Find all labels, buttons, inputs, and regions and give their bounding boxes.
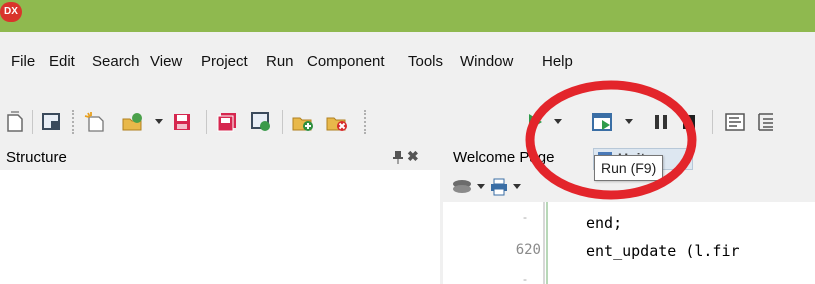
run-icon[interactable] [586,100,620,144]
menu-component[interactable]: Component [307,53,385,70]
line-number: 620 [515,242,541,258]
title-bar: DX [0,0,815,32]
structure-panel [0,170,440,284]
new-icon[interactable] [80,100,110,144]
main-toolbar [0,100,815,144]
save-icon[interactable] [168,100,196,144]
print-icon[interactable] [489,177,509,200]
menu-run[interactable]: Run [266,53,294,70]
pause-icon[interactable] [648,100,674,144]
gutter-divider [543,202,545,284]
menu-window[interactable]: Window [460,53,513,70]
run-without-debugging-icon[interactable] [520,100,550,144]
menu-bar: File Edit Search View Project Run Compon… [0,44,815,80]
tab-welcome-page[interactable]: Welcome Page [453,149,554,166]
view-form-icon[interactable] [38,100,66,144]
pin-icon[interactable] [391,150,405,167]
change-bar [546,202,548,284]
structure-title: Structure [6,149,67,166]
line-number: - [523,272,527,284]
open-icon[interactable] [118,100,148,144]
menu-search[interactable]: Search [92,53,140,70]
menu-tools[interactable]: Tools [408,53,443,70]
components-icon[interactable] [451,178,473,199]
step-over-icon[interactable] [752,100,782,144]
app-logo-icon[interactable]: DX [0,2,22,22]
menu-help[interactable]: Help [542,53,573,70]
code-line: ent_update (l.fir [586,242,740,260]
new-items-icon[interactable] [2,100,28,144]
remove-from-project-icon[interactable] [322,100,352,144]
run-tooltip: Run (F9) [594,155,664,181]
open-project-icon[interactable] [288,100,318,144]
structure-header: Structure ✖ [0,146,432,170]
trace-into-icon[interactable] [720,100,750,144]
line-number: - [523,210,527,224]
code-line: end; [586,214,623,232]
stop-icon[interactable] [676,100,702,144]
menu-file[interactable]: File [11,53,35,70]
menu-edit[interactable]: Edit [49,53,75,70]
code-editor[interactable]: - 620 - end; ent_update (l.fir [443,202,815,284]
menu-project[interactable]: Project [201,53,248,70]
save-all-icon[interactable] [212,100,242,144]
line-gutter: - 620 - [443,202,543,284]
close-panel-icon[interactable]: ✖ [407,148,419,165]
menu-view[interactable]: View [150,53,182,70]
save-form-icon[interactable] [246,100,276,144]
